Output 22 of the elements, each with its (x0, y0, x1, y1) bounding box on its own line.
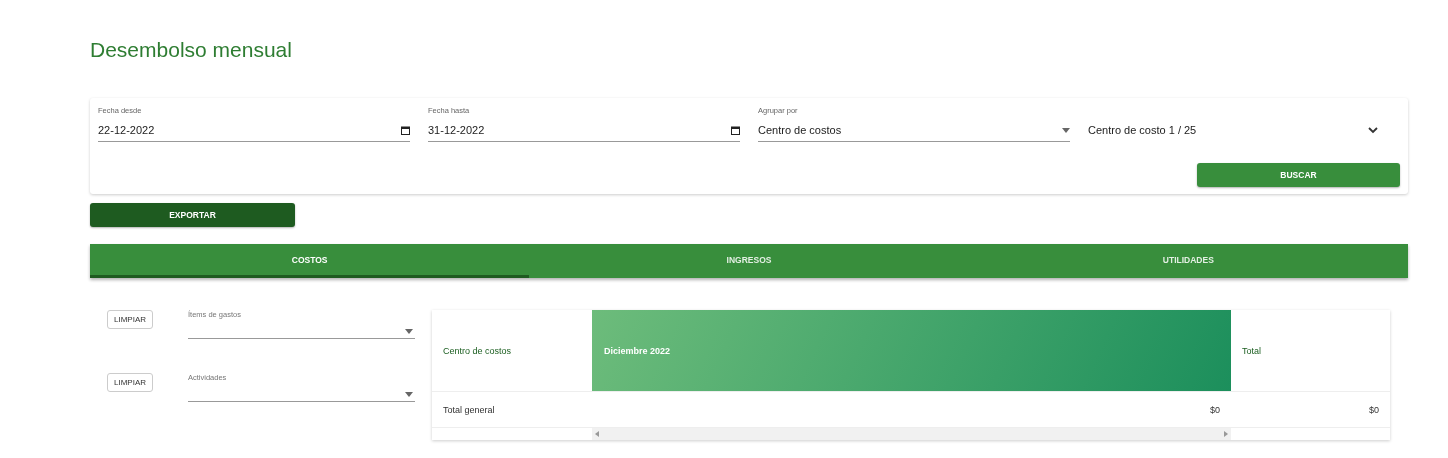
table-cell: Total general (432, 392, 592, 428)
tab[interactable]: INGRESOS (529, 244, 969, 278)
export-button[interactable]: EXPORTAR (90, 203, 295, 227)
tab[interactable]: COSTOS (90, 244, 530, 278)
table-cell: $0 (1231, 392, 1390, 428)
dropdown-caret-icon[interactable] (405, 328, 413, 334)
calendar-icon[interactable] (401, 125, 410, 135)
calendar-icon[interactable] (731, 125, 740, 135)
clear-button[interactable]: LIMPIAR (107, 310, 153, 329)
select-field[interactable]: Centro de costos (758, 119, 1070, 142)
dropdown-caret-icon[interactable] (1062, 127, 1070, 133)
select-field[interactable]: Centro de costo 1 / 25 (1088, 119, 1400, 141)
chevron-down-icon[interactable] (1368, 127, 1378, 134)
search-button[interactable]: BUSCAR (1197, 163, 1400, 187)
date-field[interactable]: 22-12-2022 (98, 119, 410, 142)
column-header: Total (1231, 310, 1390, 392)
column-header: Centro de costos (432, 310, 592, 392)
column-header: Diciembre 2022 (592, 310, 1231, 392)
page-title: Desembolso mensual (90, 38, 293, 62)
date-field[interactable]: 31-12-2022 (428, 119, 740, 142)
clear-button[interactable]: LIMPIAR (107, 373, 153, 392)
dropdown-caret-icon[interactable] (405, 391, 413, 397)
